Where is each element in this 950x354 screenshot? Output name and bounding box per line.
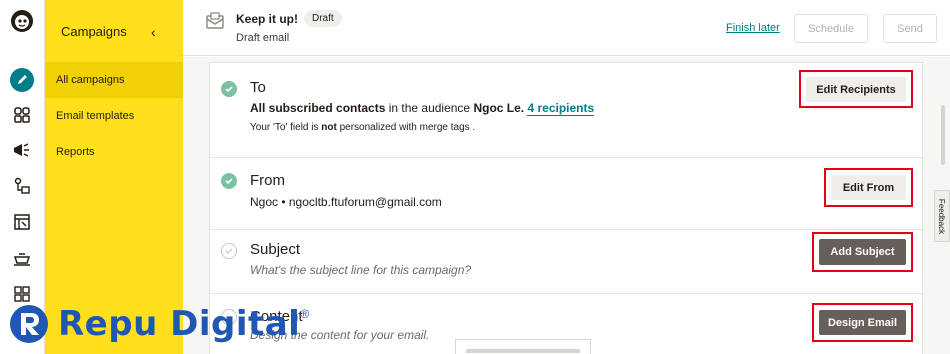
merge-tag-note: Your 'To' field is not personalized with… <box>250 122 475 133</box>
campaign-header: Keep it up! Draft Draft email Finish lat… <box>183 0 950 56</box>
feedback-tab[interactable]: Feedback <box>934 190 950 242</box>
audience-connector: in the audience <box>385 101 474 115</box>
pencil-icon[interactable] <box>10 68 34 92</box>
mailchimp-logo-icon[interactable] <box>9 8 35 34</box>
sidebar-item-label: Reports <box>56 146 95 158</box>
status-badge: Draft <box>304 10 342 27</box>
audience-scope: All subscribed contacts <box>250 101 386 115</box>
sidebar-item-all-campaigns[interactable]: All campaigns <box>45 62 183 98</box>
repu-digital-logo-icon <box>10 305 48 343</box>
sender-details: Ngoc • ngocltb.ftuforum@gmail.com <box>250 195 442 209</box>
add-subject-button[interactable]: Add Subject <box>819 239 906 265</box>
check-incomplete-icon <box>221 243 237 259</box>
bottom-drawer-handle[interactable] <box>455 339 591 354</box>
section-title: From <box>250 172 285 189</box>
sidebar-item-email-templates[interactable]: Email templates <box>45 98 183 134</box>
sidebar-item-label: All campaigns <box>56 74 125 86</box>
checklist-row-subject: Subject What's the subject line for this… <box>210 230 924 294</box>
sidebar-item-label: Email templates <box>56 110 135 122</box>
feedback-label: Feedback <box>937 198 947 234</box>
email-envelope-icon <box>205 11 225 36</box>
scrollbar[interactable] <box>941 105 945 165</box>
recipients-summary: All subscribed contacts in the audience … <box>250 101 595 116</box>
section-hint: What's the subject line for this campaig… <box>250 263 472 277</box>
drawer-grip <box>466 349 580 353</box>
note-text: Your 'To' field is <box>250 122 322 133</box>
checklist-panel: To All subscribed contacts in the audien… <box>209 62 924 354</box>
section-title: To <box>250 79 266 96</box>
repu-digital-watermark: Repu Digital ® <box>8 299 309 349</box>
campaign-title: Keep it up! <box>236 12 298 26</box>
sidebar-header: Campaigns ‹ <box>45 0 183 62</box>
checklist-row-to: To All subscribed contacts in the audien… <box>210 63 924 158</box>
registered-mark: ® <box>300 307 310 321</box>
automations-icon[interactable] <box>11 175 33 197</box>
note-text: personalized with merge tags . <box>336 122 476 133</box>
check-complete-icon <box>221 173 237 189</box>
design-email-button[interactable]: Design Email <box>819 310 906 335</box>
collapse-chevron-icon[interactable]: ‹ <box>151 24 156 40</box>
check-complete-icon <box>221 81 237 97</box>
finish-later-link[interactable]: Finish later <box>726 22 780 34</box>
edit-recipients-button[interactable]: Edit Recipients <box>806 77 906 102</box>
checklist-row-from: From Ngoc • ngocltb.ftuforum@gmail.com E… <box>210 158 924 230</box>
website-icon[interactable] <box>11 211 33 233</box>
watermark-text: Repu Digital <box>58 304 301 344</box>
section-title: Subject <box>250 241 301 258</box>
note-emphasis: not <box>321 122 337 133</box>
campaign-type-label: Draft email <box>236 32 290 44</box>
sidebar-title: Campaigns <box>61 23 127 39</box>
content-studio-icon[interactable] <box>11 247 33 269</box>
audience-name: Ngoc Le. <box>473 101 525 115</box>
schedule-button[interactable]: Schedule <box>794 14 868 43</box>
campaigns-megaphone-icon[interactable] <box>11 139 33 161</box>
app-window: Campaigns ‹ All campaigns Email template… <box>0 0 950 354</box>
audience-icon[interactable] <box>11 104 33 126</box>
recipients-count-link[interactable]: 4 recipients <box>527 101 595 116</box>
edit-from-button[interactable]: Edit From <box>831 175 906 200</box>
send-button[interactable]: Send <box>883 14 937 43</box>
sidebar-item-reports[interactable]: Reports <box>45 134 183 170</box>
